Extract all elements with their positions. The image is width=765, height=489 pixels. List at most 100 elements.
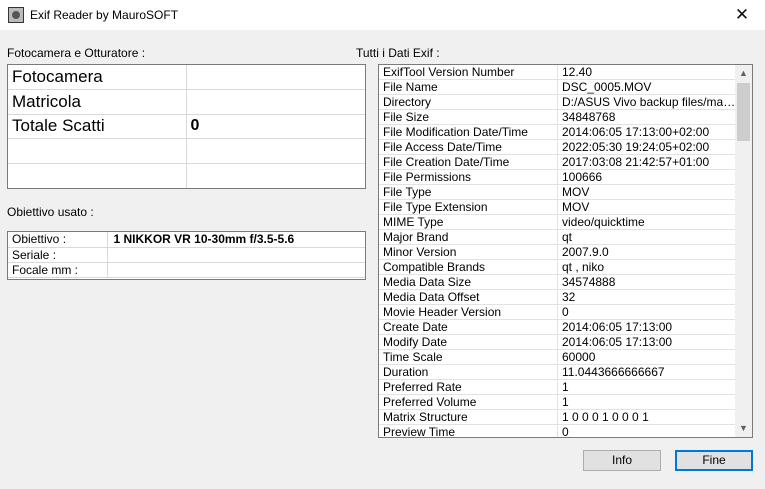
- focal-length-value: [107, 262, 365, 278]
- list-item[interactable]: ExifTool Version Number 12.40: [379, 65, 736, 80]
- exif-key: File Name: [379, 80, 558, 94]
- lens-serial-label: Seriale :: [8, 247, 108, 263]
- list-item[interactable]: Directory D:/ASUS Vivo backup files/mas..…: [379, 95, 736, 110]
- lens-table: Obiettivo :1 NIKKOR VR 10-30mm f/3.5-5.6…: [7, 231, 366, 280]
- list-item[interactable]: Media Data Size 34574888: [379, 275, 736, 290]
- lens-serial-value: [107, 247, 365, 263]
- list-item[interactable]: Major Brand qt: [379, 230, 736, 245]
- lens-value: 1 NIKKOR VR 10-30mm f/3.5-5.6: [107, 232, 365, 248]
- exif-key: File Modification Date/Time: [379, 125, 558, 139]
- exif-value: 60000: [562, 350, 596, 364]
- exif-key: MIME Type: [379, 215, 558, 229]
- camera-section-label: Fotocamera e Otturatore :: [7, 46, 146, 60]
- list-item[interactable]: File Name DSC_0005.MOV: [379, 80, 736, 95]
- list-item[interactable]: Preview Time 0: [379, 425, 736, 438]
- exif-value: 2007.9.0: [562, 245, 609, 259]
- exif-section-label: Tutti i Dati Exif :: [356, 46, 440, 60]
- table-row: Seriale :: [8, 247, 365, 263]
- empty-cell: [8, 138, 187, 164]
- exif-list[interactable]: ExifTool Version Number 12.40 File Name DSC…: [378, 64, 753, 438]
- list-item[interactable]: Duration 11.0443666666667: [379, 365, 736, 380]
- exif-value: 0: [562, 305, 569, 319]
- list-item[interactable]: MIME Type video/quicktime: [379, 215, 736, 230]
- list-item[interactable]: Minor Version 2007.9.0: [379, 245, 736, 260]
- shutter-count-label: Totale Scatti: [8, 114, 187, 140]
- scroll-down-button[interactable]: ▼: [735, 420, 752, 437]
- exif-rows: ExifTool Version Number 12.40 File Name DSC…: [379, 65, 736, 438]
- exif-key: Preferred Volume: [379, 395, 558, 409]
- exif-key: Directory: [379, 95, 558, 109]
- exif-value: DSC_0005.MOV: [562, 80, 652, 94]
- list-item[interactable]: File Type MOV: [379, 185, 736, 200]
- exif-key: Movie Header Version: [379, 305, 558, 319]
- table-row: Matricola: [8, 89, 365, 115]
- scroll-thumb[interactable]: [737, 83, 750, 141]
- list-item[interactable]: Media Data Offset 32: [379, 290, 736, 305]
- exif-value: 12.40: [562, 65, 593, 79]
- scroll-up-button[interactable]: ▲: [735, 65, 752, 82]
- exif-key: Preferred Rate: [379, 380, 558, 394]
- table-row: Fotocamera: [8, 65, 365, 91]
- exif-value: qt: [562, 230, 573, 244]
- list-item[interactable]: File Modification Date/Time 2014:06:05 17…: [379, 125, 736, 140]
- list-item[interactable]: Create Date 2014:06:05 17:13:00: [379, 320, 736, 335]
- exif-value: 2017:03:08 21:42:57+01:00: [562, 155, 710, 169]
- exif-key: File Type: [379, 185, 558, 199]
- exif-value: 0: [562, 425, 569, 438]
- exif-value: 2014:06:05 17:13:00: [562, 335, 673, 349]
- table-row: Obiettivo :1 NIKKOR VR 10-30mm f/3.5-5.6: [8, 232, 365, 248]
- list-item[interactable]: Preferred Volume 1: [379, 395, 736, 410]
- exif-value: 2022:05:30 19:24:05+02:00: [562, 140, 710, 154]
- list-item[interactable]: File Creation Date/Time 2017:03:08 21:42:…: [379, 155, 736, 170]
- exif-value: 2014:06:05 17:13:00+02:00: [562, 125, 710, 139]
- list-item[interactable]: File Size 34848768: [379, 110, 736, 125]
- list-item[interactable]: File Type Extension MOV: [379, 200, 736, 215]
- exif-key: Matrix Structure: [379, 410, 558, 424]
- camera-table: Fotocamera Matricola Totale Scatti 0: [7, 64, 366, 189]
- exif-key: File Access Date/Time: [379, 140, 558, 154]
- exif-value: 100666: [562, 170, 603, 184]
- exif-value: qt , niko: [562, 260, 605, 274]
- list-item[interactable]: File Permissions 100666: [379, 170, 736, 185]
- fine-button[interactable]: Fine: [675, 450, 753, 471]
- exif-value: 32: [562, 290, 576, 304]
- exif-value: video/quicktime: [562, 215, 645, 229]
- exif-value: 11.0443666666667: [562, 365, 665, 379]
- exif-value: 34574888: [562, 275, 616, 289]
- empty-cell: [186, 138, 365, 164]
- exif-value: 2014:06:05 17:13:00: [562, 320, 673, 334]
- exif-value: 34848768: [562, 110, 616, 124]
- exif-key: Media Data Size: [379, 275, 558, 289]
- exif-key: Major Brand: [379, 230, 558, 244]
- close-button[interactable]: ✕: [719, 0, 765, 30]
- exif-key: Minor Version: [379, 245, 558, 259]
- list-item[interactable]: Matrix Structure 1 0 0 0 1 0 0 0 1: [379, 410, 736, 425]
- table-row: [8, 138, 365, 164]
- title-bar: Exif Reader by MauroSOFT ✕: [0, 0, 765, 30]
- table-row: Focale mm :: [8, 262, 365, 278]
- exif-key: Duration: [379, 365, 558, 379]
- exif-key: File Size: [379, 110, 558, 124]
- empty-cell: [8, 163, 187, 188]
- exif-key: File Permissions: [379, 170, 558, 184]
- vertical-scrollbar[interactable]: ▲ ▼: [735, 65, 752, 437]
- serial-value: [186, 89, 365, 115]
- table-row: Totale Scatti 0: [8, 114, 365, 140]
- list-item[interactable]: Time Scale 60000: [379, 350, 736, 365]
- exif-key: Preview Time: [379, 425, 558, 437]
- list-item[interactable]: Compatible Brands qt , niko: [379, 260, 736, 275]
- list-item[interactable]: Movie Header Version 0: [379, 305, 736, 320]
- focal-length-label: Focale mm :: [8, 262, 108, 278]
- list-item[interactable]: Preferred Rate 1: [379, 380, 736, 395]
- exif-key: Media Data Offset: [379, 290, 558, 304]
- empty-cell: [186, 163, 365, 188]
- camera-label: Fotocamera: [8, 65, 187, 91]
- info-button[interactable]: Info: [583, 450, 661, 471]
- exif-value: MOV: [562, 185, 590, 199]
- list-item[interactable]: File Access Date/Time 2022:05:30 19:24:05…: [379, 140, 736, 155]
- exif-key: File Type Extension: [379, 200, 558, 214]
- lens-label: Obiettivo :: [8, 232, 108, 248]
- list-item[interactable]: Modify Date 2014:06:05 17:13:00: [379, 335, 736, 350]
- exif-value: 1: [562, 395, 569, 409]
- exif-value: 1 0 0 0 1 0 0 0 1: [562, 410, 649, 424]
